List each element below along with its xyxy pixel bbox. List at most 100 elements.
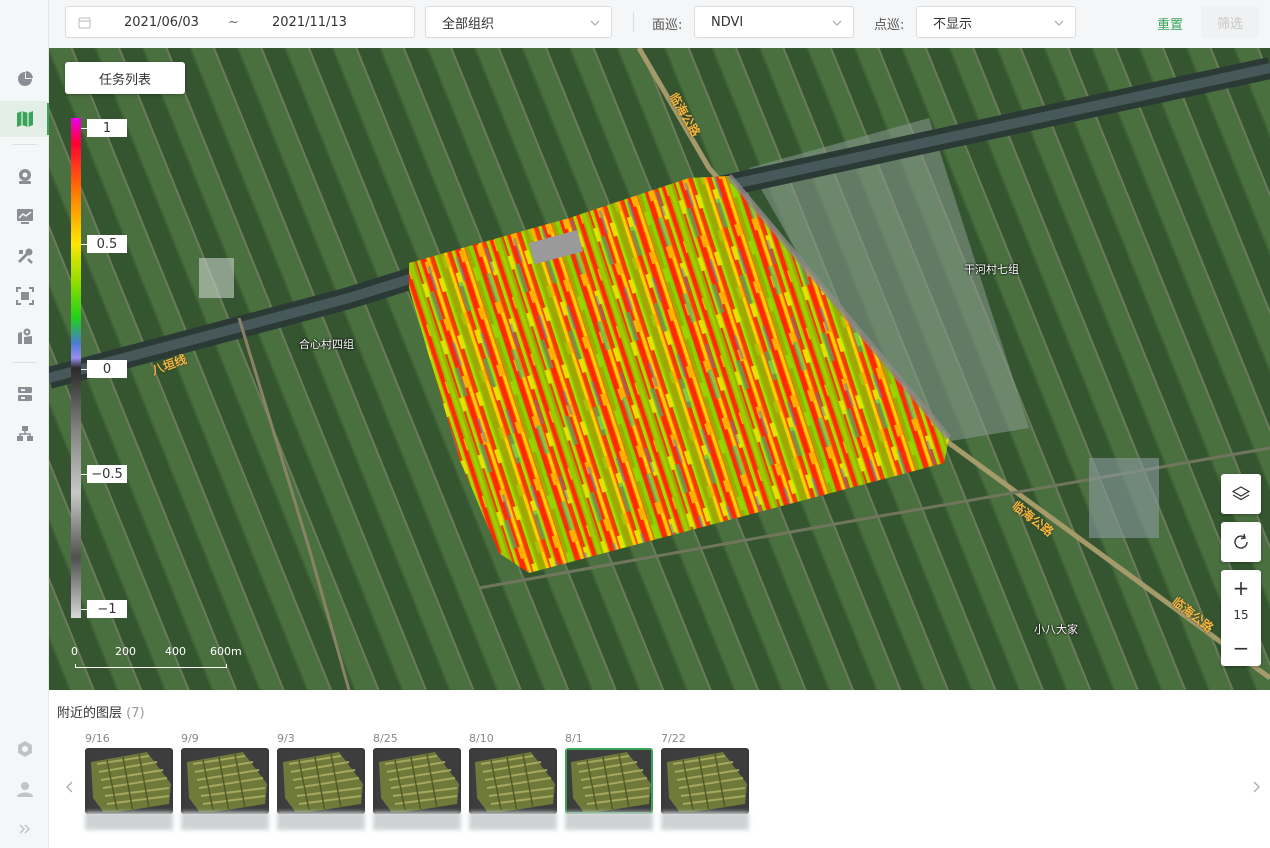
chevron-down-icon [1054, 20, 1064, 26]
storage-icon [17, 387, 32, 401]
scale-tick-200: 200 [115, 645, 136, 658]
zoom-out-button[interactable]: − [1221, 632, 1261, 664]
chevron-right-icon[interactable] [1249, 780, 1263, 794]
gear-icon [17, 741, 32, 757]
layer-thumbnail[interactable] [181, 748, 269, 814]
area-patrol-value: NDVI [711, 14, 744, 30]
map-label-village: 小八大家 [1034, 623, 1078, 636]
zoom-level: 15 [1233, 608, 1249, 622]
scale-bar [75, 664, 227, 668]
map-view[interactable]: 任务列表 1 0.5 0 −0.5 −1 0 200 400 600m 干河村七… [49, 48, 1270, 690]
org-select[interactable]: 全部组织 [425, 6, 612, 38]
zoom-in-button[interactable]: + [1221, 572, 1261, 604]
ndvi-color-legend [71, 118, 81, 618]
legend-value-neg-0.5: −0.5 [87, 465, 127, 483]
date-start[interactable]: 2021/06/03 [124, 15, 199, 30]
sidebar-item-camera[interactable] [0, 158, 49, 194]
calendar-icon [78, 17, 91, 29]
filter-button[interactable]: 筛选 [1201, 6, 1259, 38]
sidebar-item-settings[interactable] [0, 731, 49, 767]
sidebar-item-monitor[interactable] [0, 198, 49, 234]
scan-icon [15, 287, 34, 305]
reset-button[interactable]: 重置 [1157, 14, 1183, 33]
nearby-layers-label: 附近的图层 [57, 706, 123, 721]
map-label-village: 干河村七组 [964, 263, 1019, 276]
sidebar-divider [12, 362, 37, 363]
layer-caption [85, 812, 173, 830]
scale-tick-0: 0 [71, 645, 78, 658]
sidebar-item-location[interactable] [0, 318, 49, 354]
satellite-imagery [49, 48, 1270, 690]
sidebar-item-scan[interactable] [0, 278, 49, 314]
layer-preview-image [567, 750, 651, 812]
nearby-layers-count: (7) [126, 706, 145, 721]
refresh-button[interactable] [1221, 522, 1261, 562]
area-patrol-select[interactable]: NDVI [694, 6, 854, 38]
user-icon [16, 782, 33, 797]
layer-thumbnail[interactable] [85, 748, 173, 814]
date-separator: ~ [228, 14, 239, 30]
layer-caption [277, 812, 365, 830]
map-label-village: 合心村四组 [299, 338, 354, 351]
layers-button[interactable] [1221, 474, 1261, 514]
layer-date: 7/22 [661, 732, 686, 745]
sidebar-item-map[interactable] [0, 101, 49, 137]
layer-date: 9/3 [277, 732, 295, 745]
sidebar [0, 0, 49, 848]
layer-date: 9/16 [85, 732, 110, 745]
layer-date: 9/9 [181, 732, 199, 745]
layer-preview-image [183, 750, 267, 812]
tools-icon [17, 248, 33, 264]
legend-value-0: 0 [87, 360, 127, 378]
chevron-left-icon[interactable] [63, 780, 77, 794]
point-patrol-select[interactable]: 不显示 [916, 6, 1076, 38]
layer-caption [565, 812, 653, 830]
nearby-layers-title: 附近的图层 (7) [57, 702, 145, 721]
legend-value-neg-1: −1 [87, 600, 127, 618]
map-icon [16, 111, 33, 127]
layer-caption [373, 812, 461, 830]
layer-preview-image [279, 750, 363, 812]
scale-tick-400: 400 [165, 645, 186, 658]
layer-caption [469, 812, 557, 830]
sidebar-divider [12, 144, 37, 145]
task-list-button[interactable]: 任务列表 [65, 62, 185, 94]
layer-thumbnail[interactable] [373, 748, 461, 814]
layers-icon [1232, 486, 1250, 501]
layer-date: 8/10 [469, 732, 494, 745]
sidebar-item-tools[interactable] [0, 238, 49, 274]
point-patrol-value: 不显示 [933, 16, 973, 32]
layer-date: 8/25 [373, 732, 398, 745]
layer-preview-image [663, 750, 747, 812]
scale-tick-600m: 600m [210, 645, 242, 658]
nearby-layers-panel: 附近的图层 (7) 9/16 9/9 9/3 8/25 8/10 8/1 7/22 [49, 690, 1270, 848]
chevron-down-icon [590, 20, 600, 26]
date-range-picker[interactable]: 2021/06/03 ~ 2021/11/13 [65, 6, 415, 38]
point-patrol-label: 点巡: [874, 18, 905, 33]
org-select-value: 全部组织 [442, 16, 495, 32]
legend-value-0.5: 0.5 [87, 235, 127, 253]
layer-thumbnail[interactable] [277, 748, 365, 814]
sidebar-item-overview[interactable] [0, 61, 49, 97]
org-tree-icon [16, 426, 33, 441]
monitor-chart-icon [16, 209, 33, 224]
layer-caption [661, 812, 749, 830]
sidebar-expand[interactable] [0, 811, 49, 847]
double-chevron-right-icon [18, 824, 30, 834]
date-end[interactable]: 2021/11/13 [272, 15, 347, 30]
layer-thumbnail[interactable] [661, 748, 749, 814]
sidebar-item-org[interactable] [0, 416, 49, 452]
sidebar-item-storage[interactable] [0, 376, 49, 412]
filter-bar: 2021/06/03 ~ 2021/11/13 全部组织 面巡: NDVI 点巡… [49, 0, 1270, 48]
camera-icon [18, 169, 31, 184]
pie-chart-icon [17, 71, 33, 86]
chevron-down-icon [832, 20, 842, 26]
layer-thumbnail[interactable] [469, 748, 557, 814]
layer-preview-image [471, 750, 555, 812]
sidebar-item-user[interactable] [0, 771, 49, 807]
filter-divider [633, 12, 634, 32]
map-pin-icon [17, 328, 32, 344]
refresh-icon [1234, 533, 1248, 549]
legend-value-1: 1 [87, 119, 127, 137]
layer-thumbnail[interactable] [565, 748, 653, 814]
